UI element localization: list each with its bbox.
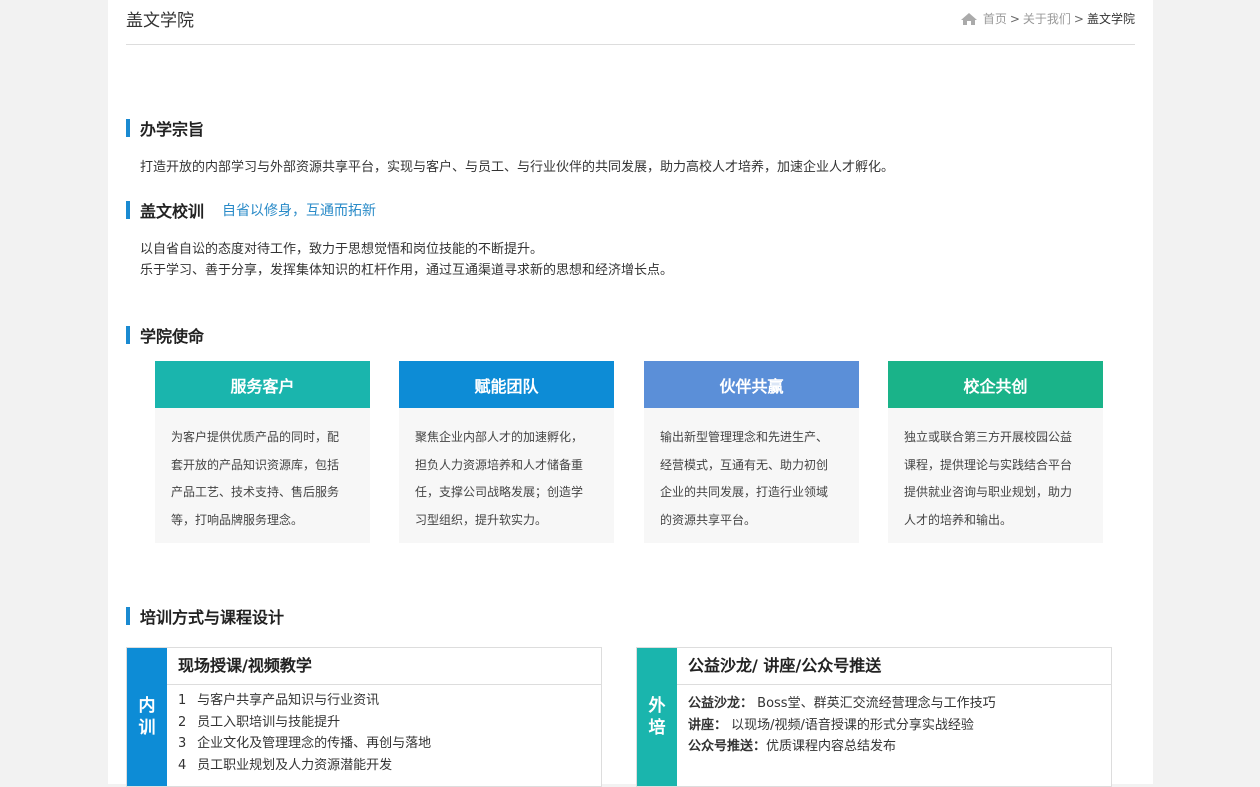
card-title: 服务客户 (155, 361, 370, 408)
section-marker (126, 326, 130, 344)
section-heading: 学院使命 (140, 327, 205, 346)
internal-training-list: 1 与客户共享产品知识与行业资讯 2 员工入职培训与技能提升 3 企业文化及管理… (178, 690, 431, 776)
list-item: 公益沙龙： Boss堂、群英汇交流经营理念与工作技巧 (688, 696, 996, 711)
side-char: 培 (648, 718, 666, 738)
mission-card-school: 校企共创 独立或联合第三方开展校园公益 课程，提供理论与实践结合平台 提供就业咨… (888, 361, 1103, 543)
breadcrumb-about[interactable]: 关于我们 (1023, 10, 1071, 27)
section-heading: 培训方式与课程设计 (140, 608, 285, 627)
motto-slogan: 自省以修身，互通而拓新 (222, 203, 377, 219)
motto-text: 以自省自讼的态度对待工作，致力于思想觉悟和岗位技能的不断提升。 乐于学习、善于分… (140, 239, 673, 281)
side-char: 内 (138, 696, 156, 716)
external-training-list: 公益沙龙： Boss堂、群英汇交流经营理念与工作技巧 讲座： 以现场/视频/语音… (688, 693, 996, 758)
page-container: 盖文学院 首页 > 关于我们 > 盖文学院 办学宗旨 打造开放的内部学习与外部资… (108, 0, 1153, 787)
home-icon[interactable] (960, 12, 978, 26)
card-line: 人才的培养和输出。 (904, 512, 1013, 527)
breadcrumb-home[interactable]: 首页 (983, 10, 1007, 27)
breadcrumb-separator: > (1009, 11, 1020, 26)
card-line: 企业的共同发展，打造行业领域 (660, 485, 829, 499)
card-line: 习型组织，提升软实力。 (415, 512, 548, 527)
side-char: 外 (648, 696, 666, 716)
side-char: 训 (138, 718, 156, 738)
section-mission-title: 学院使命 (126, 323, 204, 347)
card-title: 伙伴共赢 (644, 361, 859, 408)
list-item: 讲座： 以现场/视频/语音授课的形式分享实战经验 (688, 717, 974, 733)
section-training-title: 培训方式与课程设计 (126, 604, 284, 628)
card-title: 校企共创 (888, 361, 1103, 408)
card-title: 赋能团队 (399, 361, 614, 408)
mission-card-team: 赋能团队 聚焦企业内部人才的加速孵化， 担负人力资源培养和人才储备重 任，支撑公… (399, 361, 614, 543)
page-header: 盖文学院 首页 > 关于我们 > 盖文学院 (126, 0, 1135, 45)
card-body: 聚焦企业内部人才的加速孵化， 担负人力资源培养和人才储备重 任，支撑公司战略发展… (399, 408, 614, 534)
motto-line: 乐于学习、善于分享，发挥集体知识的杠杆作用，通过互通渠道寻求新的思想和经济增长点… (140, 263, 674, 278)
motto-line: 以自省自讼的态度对待工作，致力于思想觉悟和岗位技能的不断提升。 (140, 242, 544, 257)
card-line: 任，支撑公司战略发展；创造学 (415, 485, 584, 499)
list-item: 4 员工职业规划及人力资源潜能开发 (178, 757, 393, 773)
list-item: 1 与客户共享产品知识与行业资讯 (178, 693, 380, 708)
card-line: 的资源共享平台。 (660, 512, 757, 527)
section-heading: 办学宗旨 (140, 120, 205, 139)
card-body: 输出新型管理理念和先进生产、 经营模式，互通有无、助力初创 企业的共同发展，打造… (644, 408, 859, 534)
section-motto-title: 盖文校训 自省以修身，互通而拓新 (126, 198, 376, 222)
card-line: 聚焦企业内部人才的加速孵化， (415, 430, 584, 444)
external-training-box: 外 培 公益沙龙/ 讲座/公众号推送 公益沙龙： Boss堂、群英汇交流经营理念… (636, 647, 1112, 787)
card-line: 套开放的产品知识资源库，包括 (171, 457, 340, 472)
list-item: 2 员工入职培训与技能提升 (178, 714, 341, 730)
external-training-title: 公益沙龙/ 讲座/公众号推送 (677, 648, 1111, 685)
breadcrumb-separator: > (1073, 11, 1084, 26)
card-line: 课程，提供理论与实践结合平台 (904, 457, 1073, 472)
list-item: 公众号推送：优质课程内容总结发布 (688, 739, 897, 754)
mission-cards: 服务客户 为客户提供优质产品的同时，配 套开放的产品知识资源库，包括 产品工艺、… (155, 361, 1103, 543)
internal-training-title: 现场授课/视频教学 (167, 648, 601, 685)
section-marker (126, 201, 130, 219)
section-marker (126, 607, 130, 625)
mission-card-partner: 伙伴共赢 输出新型管理理念和先进生产、 经营模式，互通有无、助力初创 企业的共同… (644, 361, 859, 543)
page-title: 盖文学院 (126, 11, 194, 31)
section-purpose-title: 办学宗旨 (126, 116, 204, 140)
card-line: 产品工艺、技术支持、售后服务 (171, 485, 340, 499)
card-line: 经营模式，互通有无、助力初创 (660, 457, 829, 472)
card-body: 为客户提供优质产品的同时，配 套开放的产品知识资源库，包括 产品工艺、技术支持、… (155, 408, 370, 534)
list-item: 3 企业文化及管理理念的传播、再创与落地 (178, 736, 432, 751)
card-line: 独立或联合第三方开展校园公益 (904, 430, 1073, 444)
card-line: 提供就业咨询与职业规划，助力 (904, 485, 1073, 499)
section-heading: 盖文校训 (140, 202, 205, 221)
mission-card-service: 服务客户 为客户提供优质产品的同时，配 套开放的产品知识资源库，包括 产品工艺、… (155, 361, 370, 543)
internal-training-label: 内 训 (127, 648, 167, 786)
section-marker (126, 119, 130, 137)
card-line: 输出新型管理理念和先进生产、 (660, 430, 829, 444)
internal-training-box: 内 训 现场授课/视频教学 1 与客户共享产品知识与行业资讯 2 员工入职培训与… (126, 647, 602, 787)
external-training-label: 外 培 (637, 648, 677, 786)
card-line: 等，打响品牌服务理念。 (171, 512, 304, 527)
card-line: 为客户提供优质产品的同时，配 (171, 430, 340, 444)
breadcrumb: 首页 > 关于我们 > 盖文学院 (960, 10, 1135, 27)
breadcrumb-current: 盖文学院 (1086, 12, 1135, 26)
card-line: 担负人力资源培养和人才储备重 (415, 457, 584, 472)
card-body: 独立或联合第三方开展校园公益 课程，提供理论与实践结合平台 提供就业咨询与职业规… (888, 408, 1103, 534)
purpose-text: 打造开放的内部学习与外部资源共享平台，实现与客户、与员工、与行业伙伴的共同发展，… (140, 160, 895, 175)
